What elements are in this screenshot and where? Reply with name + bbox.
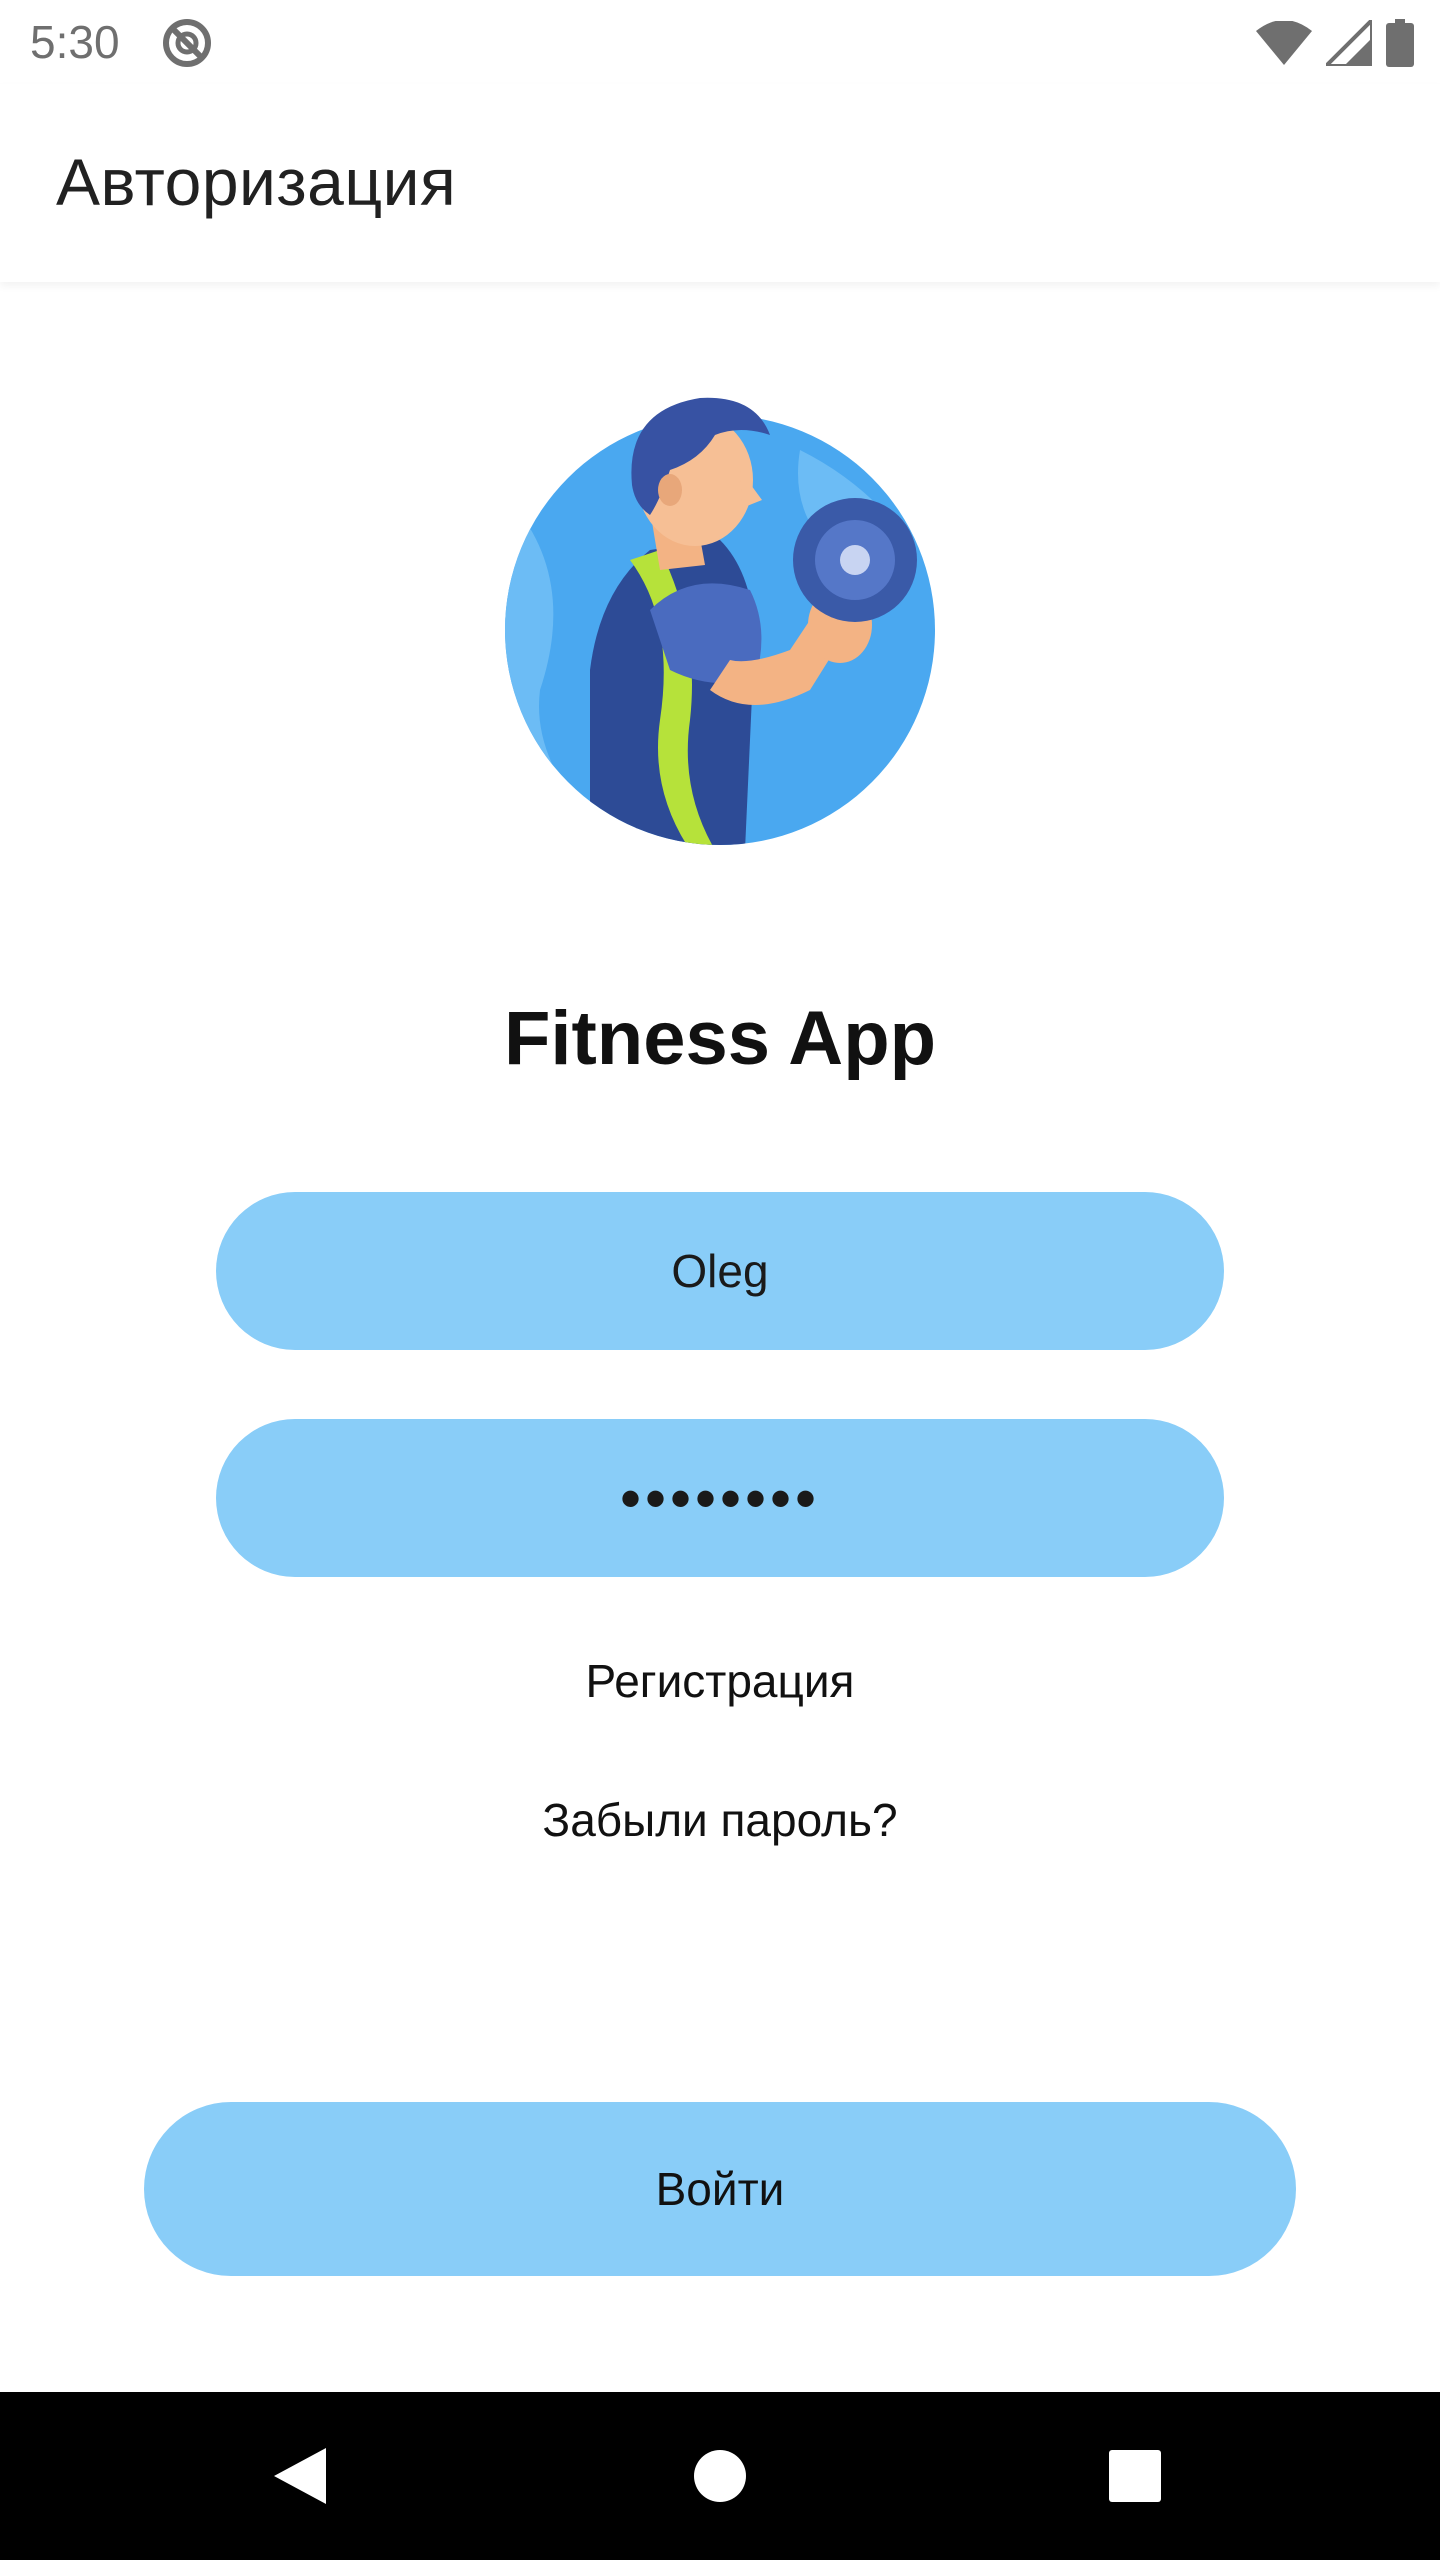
battery-icon xyxy=(1386,19,1414,67)
username-field[interactable] xyxy=(216,1192,1224,1350)
wifi-icon xyxy=(1256,21,1312,65)
back-icon[interactable] xyxy=(270,2444,330,2508)
status-time: 5:30 xyxy=(30,16,120,68)
blocked-icon xyxy=(163,19,211,67)
recents-icon[interactable] xyxy=(1108,2449,1162,2503)
signal-icon xyxy=(1326,20,1372,66)
app-bar: Авторизация xyxy=(0,84,1440,282)
register-link[interactable]: Регистрация xyxy=(0,1654,1440,1708)
status-icons xyxy=(1256,18,1414,68)
home-icon[interactable] xyxy=(693,2449,747,2503)
app-name: Fitness App xyxy=(503,996,937,1081)
forgot-password-link[interactable]: Забыли пароль? xyxy=(0,1793,1440,1847)
page-title: Авторизация xyxy=(56,145,457,219)
login-button[interactable]: Войти xyxy=(144,2102,1296,2276)
password-field[interactable] xyxy=(216,1419,1224,1577)
status-bar: 5:30 xyxy=(0,0,1440,84)
navigation-bar xyxy=(0,2392,1440,2560)
fitness-man-dumbbell-icon xyxy=(505,397,935,845)
